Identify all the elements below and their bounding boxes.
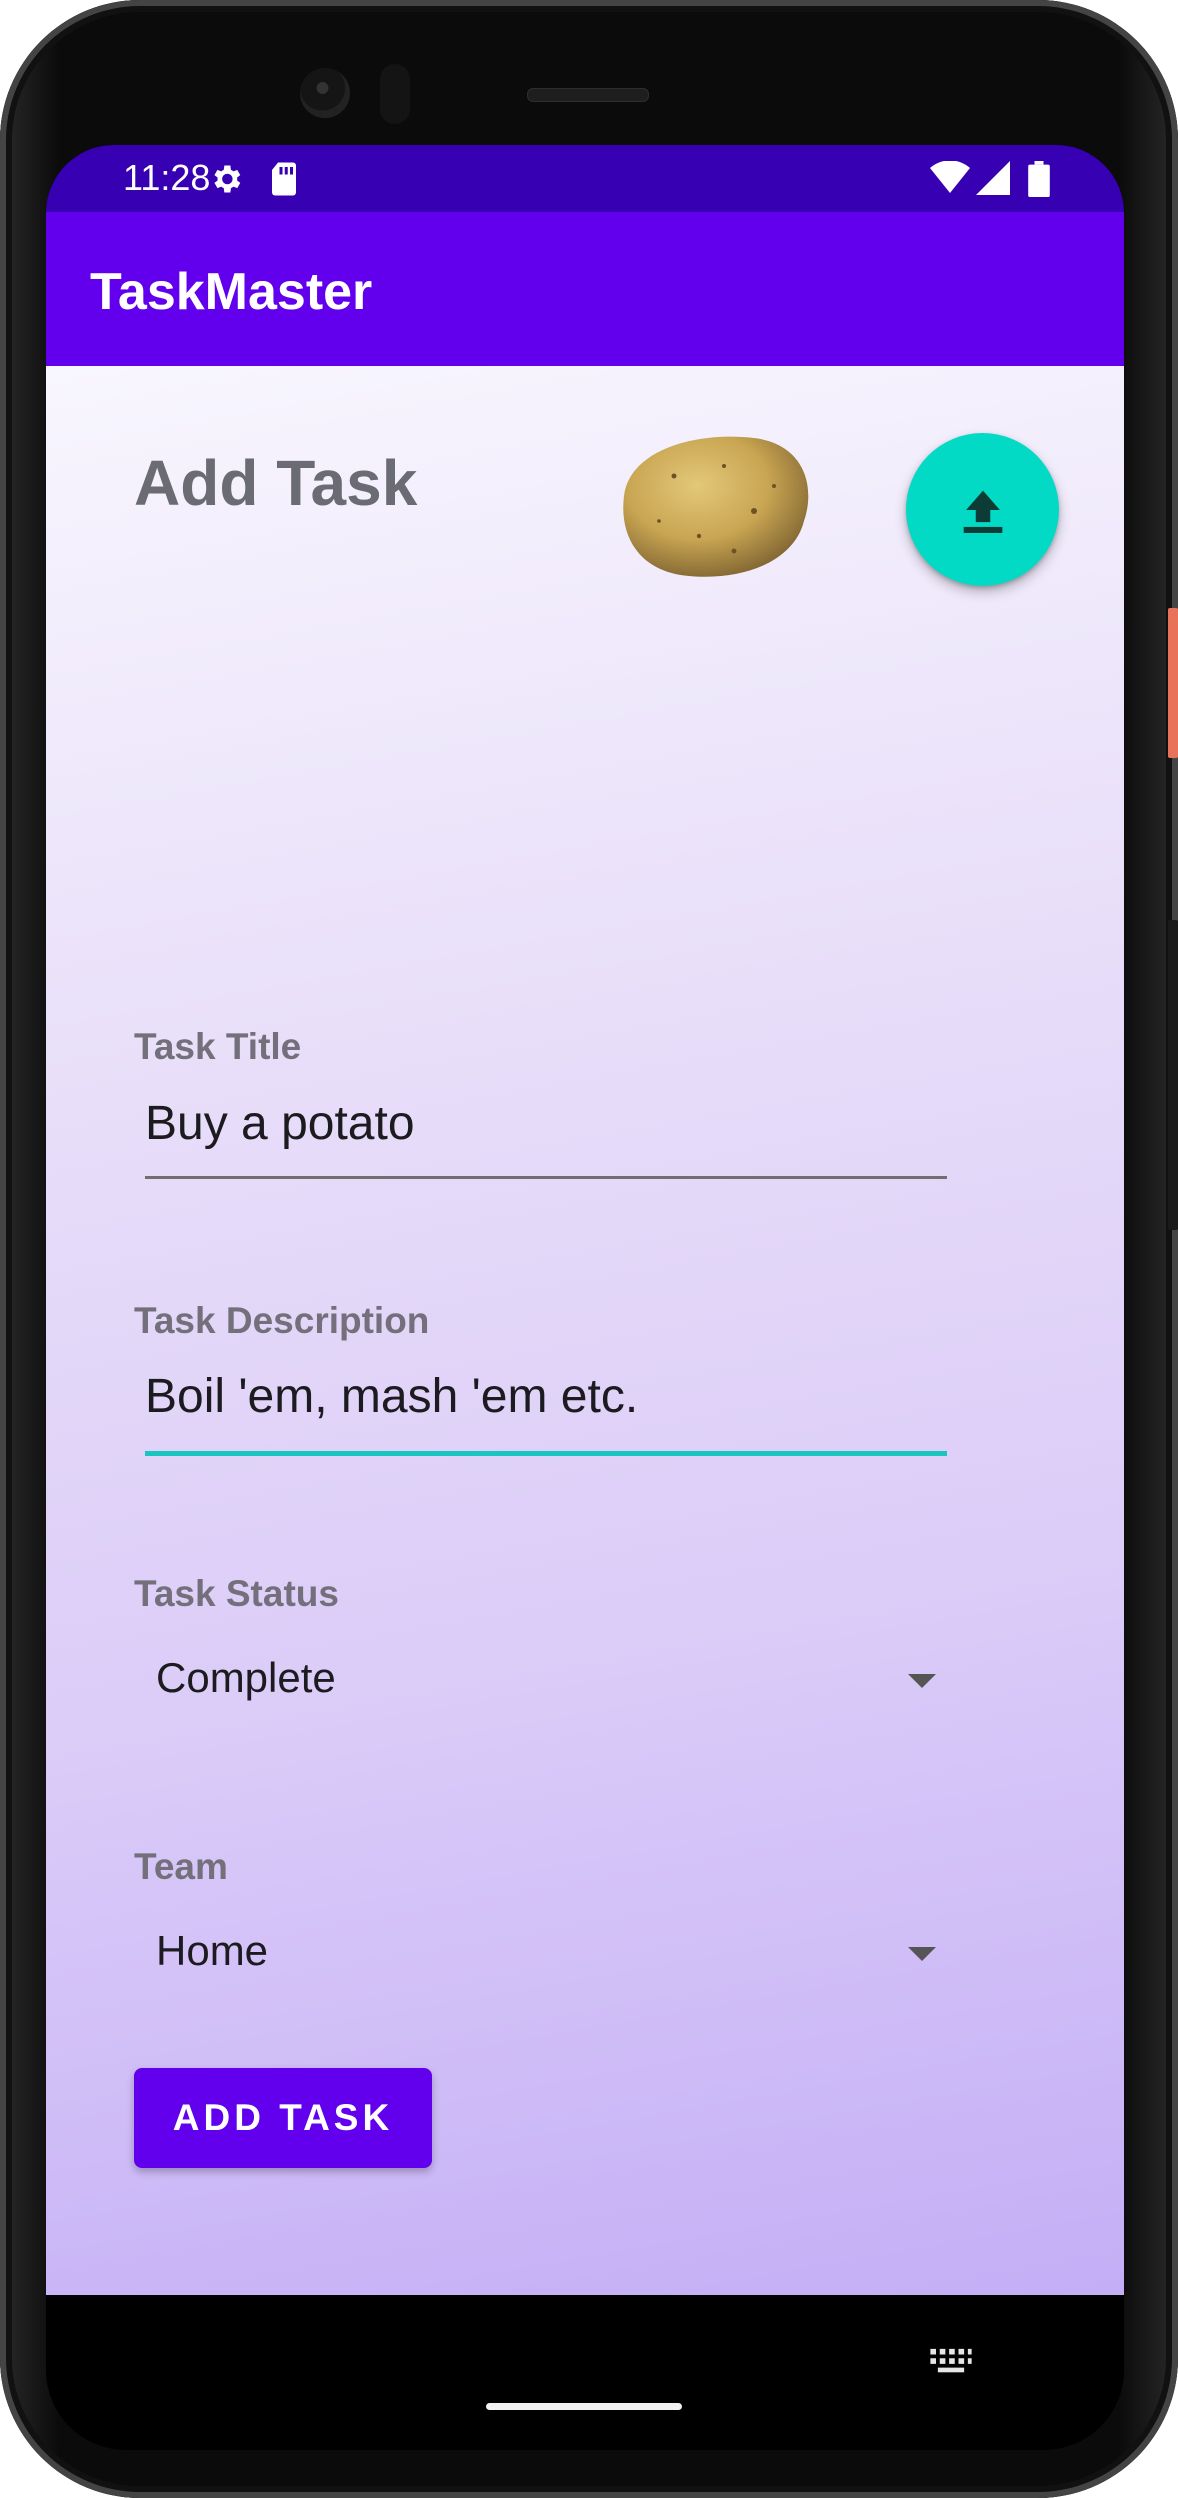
upload-image-button[interactable] [906,433,1059,586]
earpiece-speaker [527,88,649,102]
add-task-form: Add Task Task Title Buy a potato Task De… [46,366,1124,2295]
sd-card-icon [268,161,300,202]
app-title: TaskMaster [90,263,373,321]
team-value: Home [156,1927,269,1974]
navigation-bar [46,2295,1124,2450]
task-status-label: Task Status [134,1573,339,1614]
dropdown-arrow-icon [908,1674,936,1688]
phone-frame: 11:28 TaskMaster Add Task Task Title Buy… [0,0,1178,2498]
task-title-underline [145,1176,947,1179]
potato-image [604,426,814,591]
volume-button [1168,920,1178,1230]
wifi-icon [930,160,970,200]
upload-icon [963,490,1002,533]
task-status-dropdown[interactable]: Complete [156,1646,936,1716]
battery-icon [1028,161,1050,202]
page-title: Add Task [134,447,418,519]
team-label: Team [134,1846,228,1887]
task-title-input[interactable]: Buy a potato [145,1096,947,1181]
keyboard-icon[interactable] [928,2347,974,2382]
home-pill[interactable] [486,2403,682,2410]
task-description-label: Task Description [134,1300,430,1341]
proximity-sensor [380,64,410,124]
task-title-label: Task Title [134,1026,302,1067]
power-button [1168,608,1178,758]
front-camera [300,68,350,118]
status-bar: 11:28 [46,145,1124,212]
task-description-value: Boil 'em, mash 'em etc. [145,1370,639,1423]
task-status-value: Complete [156,1654,336,1701]
task-description-input[interactable]: Boil 'em, mash 'em etc. [145,1369,947,1459]
status-time: 11:28 [123,157,211,198]
gear-icon [208,161,244,202]
screen: 11:28 TaskMaster Add Task Task Title Buy… [46,145,1124,2295]
team-dropdown[interactable]: Home [156,1919,936,1989]
dropdown-arrow-icon [908,1947,936,1961]
signal-icon [976,161,1010,200]
task-title-value: Buy a potato [145,1097,415,1150]
app-bar: TaskMaster [46,212,1124,366]
add-task-button[interactable]: ADD TASK [134,2068,432,2168]
task-description-underline [145,1451,947,1456]
